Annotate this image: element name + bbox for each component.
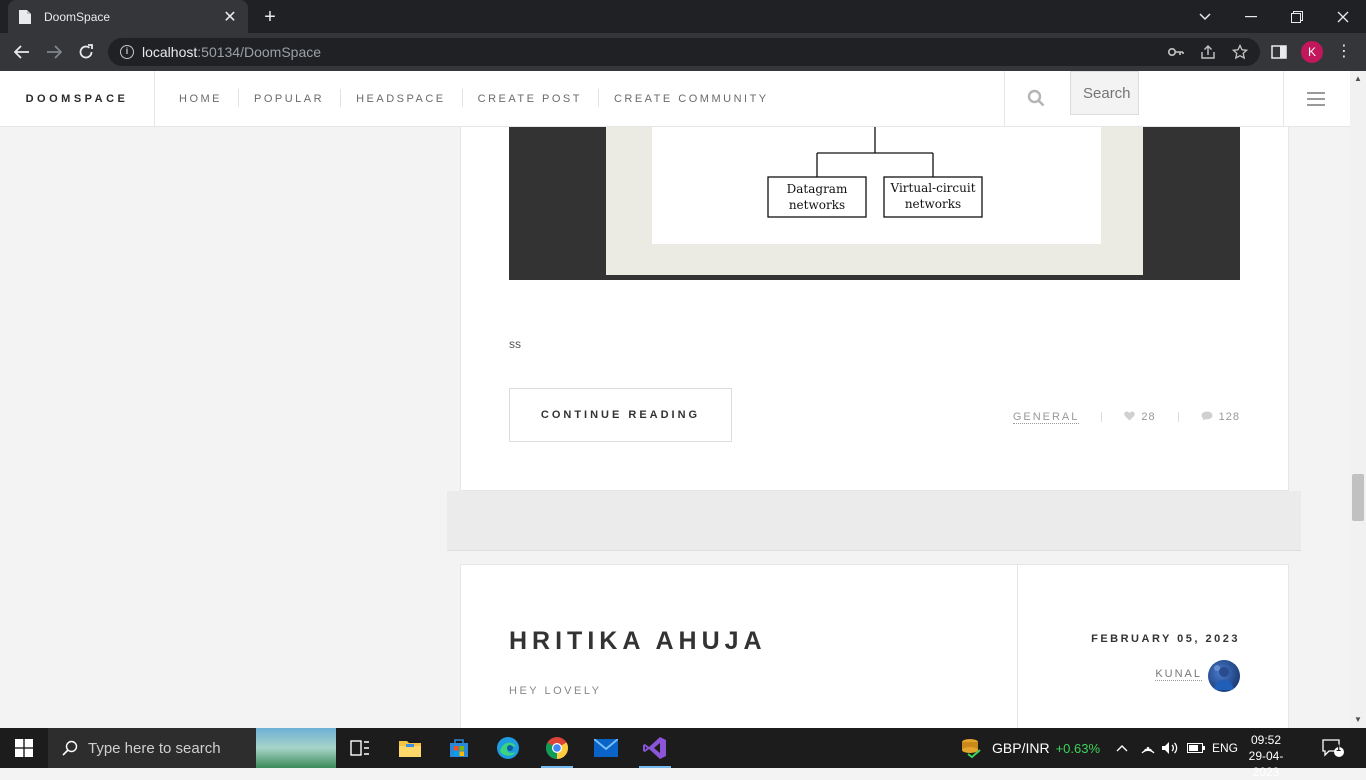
notification-count: 1 — [1336, 743, 1342, 753]
scrollbar-thumb[interactable] — [1352, 474, 1364, 521]
browser-toolbar: i localhost:50134/DoomSpace K ⋮ — [0, 33, 1366, 71]
scroll-down-arrow-icon[interactable]: ▼ — [1350, 714, 1366, 726]
microsoft-store-icon[interactable] — [435, 728, 483, 768]
page-favicon-icon — [18, 9, 32, 25]
diagram-child-box-1-line1: Datagram — [787, 182, 848, 196]
stock-change: +0.63% — [1055, 740, 1101, 756]
browser-menu-icon[interactable]: ⋮ — [1336, 40, 1352, 64]
post-card: HRITIKA AHUJA HEY LOVELY FEBRUARY 05, 20… — [460, 564, 1289, 728]
visual-studio-icon[interactable] — [631, 728, 679, 768]
stock-pair: GBP/INR — [992, 740, 1050, 756]
post-category-link[interactable]: GENERAL — [1012, 411, 1080, 424]
diagram-child-box-1-line2: networks — [789, 198, 845, 212]
bookmark-star-icon[interactable] — [1226, 38, 1254, 66]
windows-taskbar: Type here to search GBP/INR +0.63% ENG 0… — [0, 728, 1366, 779]
diagram-child-box-2-line2: networks — [905, 197, 961, 211]
tab-title: DoomSpace — [44, 9, 111, 24]
post-card: Circuit-switched networks Packet-switche… — [460, 101, 1289, 491]
stock-chart-icon — [958, 736, 982, 761]
scroll-up-arrow-icon[interactable]: ▲ — [1350, 73, 1366, 85]
task-view-icon[interactable] — [336, 728, 384, 768]
chrome-icon[interactable] — [533, 728, 581, 768]
reload-button[interactable] — [74, 40, 98, 64]
nav-home[interactable]: HOME — [163, 93, 238, 105]
nav-create-post[interactable]: CREATE POST — [461, 89, 598, 107]
search-input[interactable] — [1070, 71, 1139, 115]
comments-count: 128 — [1218, 411, 1240, 423]
page-viewport: Circuit-switched networks Packet-switche… — [0, 71, 1350, 728]
notification-center-icon[interactable]: 1 — [1322, 728, 1344, 768]
heart-icon[interactable] — [1124, 410, 1136, 424]
stock-widget[interactable]: GBP/INR +0.63% — [958, 728, 1100, 768]
page-scrollbar[interactable]: ▲ ▼ — [1350, 71, 1366, 728]
share-icon[interactable] — [1194, 38, 1222, 66]
browser-tab-strip: DoomSpace ✕ + — [0, 0, 1366, 33]
section-separator — [447, 491, 1301, 551]
diagram-child-box-2-line1: Virtual-circuit — [889, 181, 975, 195]
address-bar[interactable]: i localhost:50134/DoomSpace — [108, 38, 1260, 66]
search-highlight-image — [256, 728, 336, 768]
clock-time: 09:52 — [1250, 733, 1282, 747]
system-clock[interactable]: 09:52 29-04-2023 — [1238, 732, 1294, 780]
profile-avatar[interactable]: K — [1301, 41, 1323, 63]
new-tab-button[interactable]: + — [258, 5, 282, 29]
mail-icon[interactable] — [582, 728, 630, 768]
edge-icon[interactable] — [484, 728, 532, 768]
forward-button[interactable] — [42, 40, 66, 64]
post-date: FEBRUARY 05, 2023 — [1091, 633, 1240, 645]
author-avatar[interactable] — [1208, 660, 1240, 692]
clock-date: 29-04-2023 — [1248, 749, 1284, 779]
key-icon[interactable] — [1162, 38, 1190, 66]
input-language[interactable]: ENG — [1212, 728, 1238, 768]
site-search — [1004, 71, 1284, 127]
minimize-button[interactable] — [1228, 0, 1274, 33]
post-author-link[interactable]: KUNAL — [1155, 668, 1202, 681]
post-title[interactable]: HRITIKA AHUJA — [509, 627, 767, 656]
post-excerpt: ss — [509, 337, 521, 351]
start-button[interactable] — [0, 728, 48, 768]
post-meta: GENERAL 28 128 — [1012, 410, 1240, 424]
url-host: localhost — [142, 44, 198, 60]
continue-reading-button[interactable]: CONTINUE READING — [509, 388, 732, 442]
taskbar-search-placeholder: Type here to search — [88, 739, 221, 757]
taskbar-search[interactable]: Type here to search — [48, 728, 336, 768]
post-image[interactable]: Circuit-switched networks Packet-switche… — [509, 101, 1240, 280]
search-icon — [62, 740, 78, 756]
tab-close-icon[interactable]: ✕ — [222, 7, 238, 27]
site-header: DOOMSPACE HOME POPULAR HEADSPACE CREATE … — [0, 71, 1350, 127]
nav-popular[interactable]: POPULAR — [238, 89, 340, 107]
browser-tab[interactable]: DoomSpace ✕ — [8, 0, 248, 33]
side-panel-icon[interactable] — [1265, 38, 1293, 66]
comment-icon[interactable] — [1201, 410, 1213, 424]
likes-count: 28 — [1141, 411, 1156, 423]
url-path: :50134/DoomSpace — [197, 44, 322, 60]
close-window-button[interactable] — [1320, 0, 1366, 33]
site-info-icon[interactable]: i — [120, 45, 134, 59]
back-button[interactable] — [10, 40, 34, 64]
nav-headspace[interactable]: HEADSPACE — [340, 89, 462, 107]
file-explorer-icon[interactable] — [386, 728, 434, 768]
site-logo[interactable]: DOOMSPACE — [0, 71, 155, 127]
tab-search-chevron-icon[interactable] — [1182, 0, 1228, 33]
restore-button[interactable] — [1274, 0, 1320, 33]
menu-icon[interactable] — [1307, 92, 1325, 106]
search-icon[interactable] — [1027, 89, 1049, 111]
diagram-paper: Circuit-switched networks Packet-switche… — [606, 101, 1143, 275]
network-icon[interactable] — [1140, 728, 1156, 768]
nav-create-community[interactable]: CREATE COMMUNITY — [597, 89, 785, 107]
show-hidden-icons-chevron-icon[interactable] — [1116, 728, 1128, 768]
post-subtitle: HEY LOVELY — [509, 685, 602, 697]
volume-icon[interactable] — [1161, 728, 1179, 768]
battery-icon[interactable] — [1187, 728, 1205, 768]
main-nav: HOME POPULAR HEADSPACE CREATE POST CREAT… — [163, 71, 785, 127]
